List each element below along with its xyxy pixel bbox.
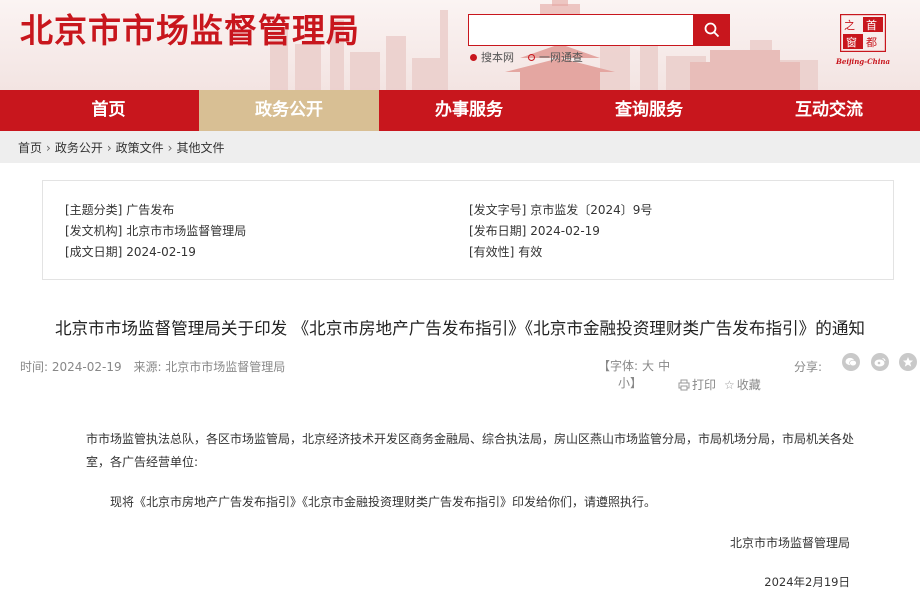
wechat-icon: [845, 357, 857, 367]
meta-publish-date: [发布日期] 2024-02-19: [469, 222, 600, 239]
search-input[interactable]: [468, 14, 694, 46]
article-paragraph-main: 现将《北京市房地产广告发布指引》《北京市金融投资理财类广告发布指引》印发给你们，…: [110, 495, 657, 509]
meta-key: [发文字号]: [469, 203, 527, 217]
meta-value: 广告发布: [126, 203, 175, 217]
logo-char: 都: [866, 36, 877, 49]
meta-value: 2024-02-19: [126, 245, 196, 259]
scope-label: 搜本网: [481, 51, 514, 64]
meta-key: [有效性]: [469, 245, 515, 259]
radio-selected-icon: [470, 53, 477, 61]
main-nav: 首页 政务公开 办事服务 查询服务 互动交流: [0, 90, 920, 131]
qzone-icon: [903, 357, 913, 367]
site-header: 北京市市场监督管理局 搜本网 一网通查 之 . 首 窗 都 Beijing-Ch…: [0, 0, 920, 90]
meta-key: [发布日期]: [469, 224, 527, 238]
article-info: 时间: 2024-02-19 来源: 北京市市场监督管理局: [20, 358, 293, 375]
meta-key: [成文日期]: [65, 245, 123, 259]
meta-written-date: [成文日期] 2024-02-19: [65, 243, 196, 260]
favorite-button[interactable]: ☆ 收藏: [724, 376, 761, 393]
font-small-button[interactable]: 小】: [618, 376, 642, 390]
scope-option-site[interactable]: 搜本网: [470, 49, 514, 65]
breadcrumb: 首页 › 政务公开 › 政策文件 › 其他文件: [18, 139, 225, 156]
article-source: 来源: 北京市市场监督管理局: [133, 360, 286, 374]
meta-issuer: [发文机构] 北京市市场监督管理局: [65, 222, 246, 239]
weibo-icon: [874, 358, 886, 367]
breadcrumb-separator: ›: [167, 141, 173, 155]
meta-key: [发文机构]: [65, 224, 123, 238]
print-button[interactable]: 打印: [678, 376, 716, 393]
capital-window-logo[interactable]: 之 . 首 窗 都: [840, 14, 886, 52]
nav-item-interaction[interactable]: 互动交流: [739, 90, 919, 131]
meta-topic: [主题分类] 广告发布: [65, 201, 174, 218]
printer-icon: [678, 379, 690, 390]
search-icon: [704, 22, 720, 38]
breadcrumb-policy-docs[interactable]: 政策文件: [116, 141, 164, 155]
favorite-label: 收藏: [736, 378, 761, 392]
logo-caption: Beijing-China: [835, 57, 891, 66]
breadcrumb-separator: ›: [46, 141, 51, 155]
meta-value: 北京市市场监督管理局: [126, 224, 247, 238]
scope-option-all[interactable]: 一网通查: [528, 49, 583, 65]
radio-unselected-icon: [528, 53, 535, 61]
search-scope-options: 搜本网 一网通查: [470, 49, 583, 65]
scope-label: 一网通查: [539, 51, 583, 64]
meta-value: 2024-02-19: [530, 224, 600, 238]
font-size-label: 【字体:: [598, 359, 639, 373]
nav-item-services[interactable]: 办事服务: [379, 90, 559, 131]
breadcrumb-bar: 首页 › 政务公开 › 政策文件 › 其他文件: [0, 131, 920, 163]
logo-char: 首: [866, 18, 877, 32]
breadcrumb-other-docs[interactable]: 其他文件: [176, 141, 224, 155]
weibo-share-icon[interactable]: [871, 353, 889, 371]
logo-char: 之: [844, 18, 855, 32]
logo-char: 窗: [846, 35, 857, 49]
font-size-control: 【字体: 大中小】: [598, 358, 678, 392]
meta-value: 京市监发〔2024〕9号: [530, 203, 653, 217]
article-paragraph-recipients: 市市场监管执法总队，各区市场监管局，北京经济技术开发区商务金融局、综合执法局，房…: [86, 432, 855, 469]
meta-doc-no: [发文字号] 京市监发〔2024〕9号: [469, 201, 652, 218]
nav-item-gov-affairs[interactable]: 政务公开: [199, 90, 379, 131]
print-label: 打印: [692, 378, 717, 392]
share-label: 分享:: [794, 360, 823, 374]
meta-validity: [有效性] 有效: [469, 243, 542, 260]
article-signature: 北京市市场监督管理局: [729, 536, 850, 550]
article-time: 时间: 2024-02-19: [20, 360, 122, 374]
font-medium-button[interactable]: 中: [658, 359, 670, 373]
article-date: 2024年2月19日: [764, 575, 850, 589]
site-title[interactable]: 北京市市场监督管理局: [20, 4, 360, 52]
breadcrumb-home[interactable]: 首页: [18, 141, 42, 155]
wechat-share-icon[interactable]: [842, 353, 860, 371]
article-tools: 打印 ☆ 收藏: [678, 376, 761, 393]
search-button[interactable]: [694, 14, 730, 46]
meta-value: 有效: [518, 245, 543, 259]
qzone-share-icon[interactable]: [899, 353, 917, 371]
breadcrumb-gov-affairs[interactable]: 政务公开: [55, 141, 103, 155]
nav-item-home[interactable]: 首页: [18, 90, 199, 131]
breadcrumb-separator: ›: [106, 141, 112, 155]
font-large-button[interactable]: 大: [642, 359, 654, 373]
nav-item-query[interactable]: 查询服务: [559, 90, 739, 131]
meta-key: [主题分类]: [65, 203, 123, 217]
document-meta-table: [主题分类] 广告发布 [发文字号] 京市监发〔2024〕9号 [发文机构] 北…: [42, 180, 894, 280]
star-icon: ☆: [724, 377, 735, 392]
article-title: 北京市市场监督管理局关于印发 《北京市房地产广告发布指引》《北京市金融投资理财类…: [54, 319, 866, 338]
